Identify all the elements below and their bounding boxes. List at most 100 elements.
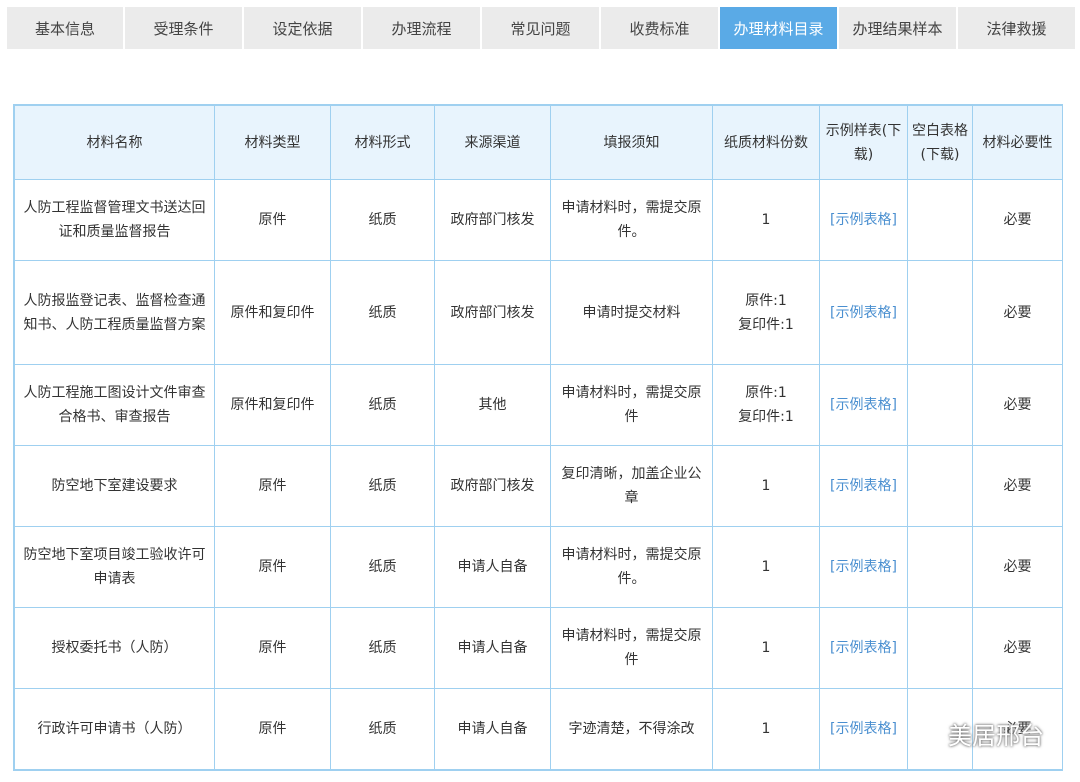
materials-table: 材料名称 材料类型 材料形式 来源渠道 填报须知 纸质材料份数 示例样表(下载)…: [13, 104, 1063, 771]
cell-material-type: 原件: [214, 607, 331, 689]
sample-table-link[interactable]: [示例表格]: [830, 212, 897, 228]
cell-notice: 申请材料时，需提交原件。: [550, 526, 713, 608]
header-material-form: 材料形式: [330, 105, 435, 180]
cell-copies: 原件:1 复印件:1: [712, 260, 820, 365]
header-copies: 纸质材料份数: [712, 105, 820, 180]
table-row: 防空地下室建设要求 原件 纸质 政府部门核发 复印清晰，加盖企业公章 1 [示例表格] 必要: [14, 445, 1063, 527]
cell-copies: 1: [712, 688, 820, 770]
cell-material-form: 纸质: [330, 364, 435, 446]
cell-copies: 1: [712, 607, 820, 689]
tab-faq[interactable]: 常见问题: [482, 7, 599, 49]
table-row: 人防工程监督管理文书送达回证和质量监督报告 原件 纸质 政府部门核发 申请材料时，需提交…: [14, 179, 1063, 261]
table-row: 行政许可申请书（人防） 原件 纸质 申请人自备 字迹清楚，不得涂改 1 [示例表格] 必要: [14, 688, 1063, 770]
copies-line: 复印件:1: [738, 409, 794, 425]
sample-table-link[interactable]: [示例表格]: [830, 397, 897, 413]
table-row: 人防报监登记表、监督检查通知书、人防工程质量监督方案 原件和复印件 纸质 政府部门核发…: [14, 260, 1063, 365]
cell-notice: 申请材料时，需提交原件: [550, 607, 713, 689]
cell-source: 其他: [434, 364, 551, 446]
copies-line: 1: [761, 212, 771, 228]
tab-acceptance-conditions[interactable]: 受理条件: [125, 7, 242, 49]
cell-material-name: 行政许可申请书（人防）: [14, 688, 215, 770]
cell-copies: 1: [712, 179, 820, 261]
wechat-icon: [912, 721, 941, 745]
cell-blank-download: [907, 364, 973, 446]
table-row: 授权委托书（人防） 原件 纸质 申请人自备 申请材料时，需提交原件 1 [示例表格] 必要: [14, 607, 1063, 689]
cell-source: 政府部门核发: [434, 445, 551, 527]
cell-source: 政府部门核发: [434, 260, 551, 365]
tab-bar: 基本信息 受理条件 设定依据 办理流程 常见问题 收费标准 办理材料目录 办理结…: [7, 7, 1075, 49]
cell-material-name: 防空地下室建设要求: [14, 445, 215, 527]
cell-sample-download: [示例表格]: [819, 179, 908, 261]
cell-material-name: 人防工程施工图设计文件审查合格书、审查报告: [14, 364, 215, 446]
cell-necessity: 必要: [972, 445, 1063, 527]
cell-material-type: 原件和复印件: [214, 260, 331, 365]
table-header-row: 材料名称 材料类型 材料形式 来源渠道 填报须知 纸质材料份数 示例样表(下载)…: [14, 105, 1063, 180]
cell-material-type: 原件: [214, 688, 331, 770]
header-material-type: 材料类型: [214, 105, 331, 180]
cell-blank-download: [907, 607, 973, 689]
watermark: 美居邢台: [912, 716, 1044, 751]
copies-line: 1: [761, 640, 771, 656]
header-notice: 填报须知: [550, 105, 713, 180]
cell-blank-download: [907, 445, 973, 527]
cell-sample-download: [示例表格]: [819, 260, 908, 365]
tab-fees[interactable]: 收费标准: [601, 7, 718, 49]
cell-blank-download: [907, 179, 973, 261]
cell-source: 申请人自备: [434, 688, 551, 770]
cell-material-type: 原件和复印件: [214, 364, 331, 446]
cell-material-type: 原件: [214, 179, 331, 261]
cell-notice: 复印清晰，加盖企业公章: [550, 445, 713, 527]
cell-necessity: 必要: [972, 364, 1063, 446]
table-row: 防空地下室项目竣工验收许可申请表 原件 纸质 申请人自备 申请材料时，需提交原件。 1 [示…: [14, 526, 1063, 608]
cell-material-form: 纸质: [330, 445, 435, 527]
header-source: 来源渠道: [434, 105, 551, 180]
cell-sample-download: [示例表格]: [819, 526, 908, 608]
cell-source: 申请人自备: [434, 526, 551, 608]
tab-legal-basis[interactable]: 设定依据: [244, 7, 361, 49]
cell-notice: 申请时提交材料: [550, 260, 713, 365]
cell-material-name: 人防工程监督管理文书送达回证和质量监督报告: [14, 179, 215, 261]
cell-blank-download: [907, 526, 973, 608]
sample-table-link[interactable]: [示例表格]: [830, 305, 897, 321]
header-material-name: 材料名称: [14, 105, 215, 180]
cell-material-form: 纸质: [330, 526, 435, 608]
cell-source: 申请人自备: [434, 607, 551, 689]
cell-material-type: 原件: [214, 445, 331, 527]
cell-material-form: 纸质: [330, 607, 435, 689]
copies-line: 1: [761, 559, 771, 575]
cell-notice: 申请材料时，需提交原件: [550, 364, 713, 446]
cell-necessity: 必要: [972, 526, 1063, 608]
cell-notice: 申请材料时，需提交原件。: [550, 179, 713, 261]
cell-sample-download: [示例表格]: [819, 364, 908, 446]
cell-material-form: 纸质: [330, 260, 435, 365]
copies-line: 原件:1: [745, 292, 787, 309]
cell-notice: 字迹清楚，不得涂改: [550, 688, 713, 770]
cell-material-name: 授权委托书（人防）: [14, 607, 215, 689]
tab-result-sample[interactable]: 办理结果样本: [839, 7, 956, 49]
cell-material-type: 原件: [214, 526, 331, 608]
cell-material-name: 人防报监登记表、监督检查通知书、人防工程质量监督方案: [14, 260, 215, 365]
tab-process[interactable]: 办理流程: [363, 7, 480, 49]
copies-line: 1: [761, 721, 771, 737]
cell-source: 政府部门核发: [434, 179, 551, 261]
cell-sample-download: [示例表格]: [819, 607, 908, 689]
watermark-text: 美居邢台: [948, 722, 1044, 750]
tab-legal-aid[interactable]: 法律救援: [958, 7, 1075, 49]
cell-material-form: 纸质: [330, 688, 435, 770]
tab-materials[interactable]: 办理材料目录: [720, 7, 837, 49]
tab-basic-info[interactable]: 基本信息: [7, 7, 123, 49]
cell-necessity: 必要: [972, 179, 1063, 261]
sample-table-link[interactable]: [示例表格]: [830, 721, 897, 737]
cell-copies: 1: [712, 526, 820, 608]
sample-table-link[interactable]: [示例表格]: [830, 478, 897, 494]
sample-table-link[interactable]: [示例表格]: [830, 640, 897, 656]
cell-material-name: 防空地下室项目竣工验收许可申请表: [14, 526, 215, 608]
header-sample-download: 示例样表(下载): [819, 105, 908, 180]
cell-sample-download: [示例表格]: [819, 688, 908, 770]
cell-necessity: 必要: [972, 607, 1063, 689]
sample-table-link[interactable]: [示例表格]: [830, 559, 897, 575]
table-row: 人防工程施工图设计文件审查合格书、审查报告 原件和复印件 纸质 其他 申请材料时，需提交…: [14, 364, 1063, 446]
copies-line: 原件:1: [745, 385, 787, 401]
copies-line: 1: [761, 478, 771, 494]
cell-copies: 1: [712, 445, 820, 527]
